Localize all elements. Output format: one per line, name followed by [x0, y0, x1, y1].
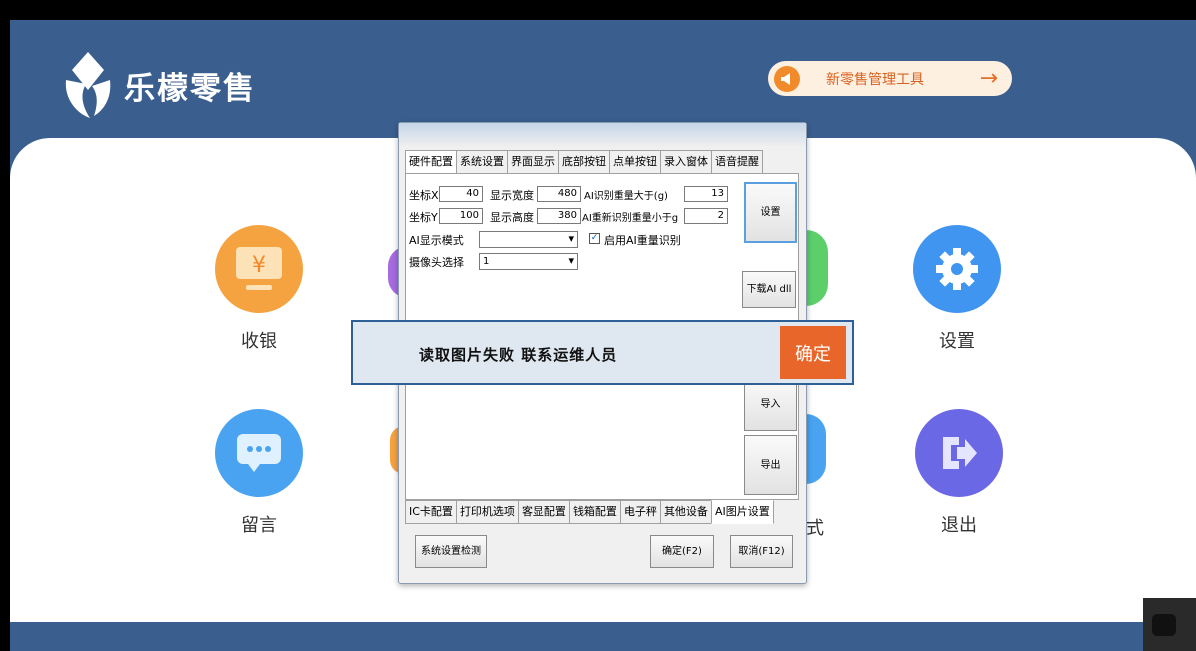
tab-cash-drawer[interactable]: 钱箱配置	[568, 500, 621, 524]
coord-x-label: 坐标X	[409, 189, 439, 202]
download-ai-dll-button[interactable]: 下载AI dll	[742, 271, 796, 308]
tab-ic-card[interactable]: IC卡配置	[405, 500, 457, 524]
app-window: 乐檬零售 新零售管理工具 → 式 ¥ 收银 设置 留言 退出 硬件配置 系统设置…	[0, 0, 1196, 651]
dialog-titlebar	[399, 123, 806, 147]
tab-entry-window[interactable]: 录入窗体	[660, 150, 712, 174]
tab-bottom-buttons[interactable]: 底部按钮	[558, 150, 610, 174]
setup-button[interactable]: 设置	[744, 182, 797, 243]
export-button[interactable]: 导出	[744, 435, 797, 495]
promo-banner[interactable]: 新零售管理工具 →	[768, 61, 1012, 96]
partial-tile-icon	[806, 414, 826, 484]
system-check-button[interactable]: 系统设置检测	[415, 535, 487, 568]
tile-label: 退出	[941, 515, 977, 536]
chat-bubble-icon	[215, 409, 303, 497]
cancel-button[interactable]: 取消(F12)	[730, 535, 793, 568]
tab-hardware[interactable]: 硬件配置	[405, 150, 457, 174]
tab-printer[interactable]: 打印机选项	[455, 500, 519, 524]
tab-customer-display[interactable]: 客显配置	[517, 500, 570, 524]
ai-mode-label: AI显示模式	[409, 234, 464, 247]
bottom-tab-strip: IC卡配置 打印机选项 客显配置 钱箱配置 电子秤 其他设备 AI图片设置	[405, 500, 774, 524]
tab-other-devices[interactable]: 其他设备	[659, 500, 712, 524]
svg-text:¥: ¥	[252, 253, 266, 278]
overlay-widget[interactable]	[1143, 598, 1196, 651]
brand-name: 乐檬零售	[124, 70, 256, 107]
tab-system[interactable]: 系统设置	[456, 150, 508, 174]
import-button[interactable]: 导入	[744, 378, 797, 431]
ai-reweigh-lt-input[interactable]: 2	[684, 208, 728, 224]
exit-icon	[915, 409, 1003, 497]
tile-exit[interactable]: 退出	[899, 409, 1019, 537]
tab-scale[interactable]: 电子秤	[619, 500, 661, 524]
lemon-leaf-icon	[65, 52, 111, 118]
megaphone-icon	[774, 65, 800, 92]
ai-weight-gt-label: AI识别重量大于(g)	[584, 191, 668, 202]
width-input[interactable]: 480	[537, 186, 581, 202]
error-alert: 读取图片失败 联系运维人员 确定	[351, 320, 854, 385]
brand-logo: 乐檬零售	[60, 50, 256, 120]
reweigh-enable-label: 启用AI重量识别	[604, 234, 681, 247]
arrow-right-icon: →	[979, 66, 998, 91]
height-label: 显示高度	[490, 211, 534, 224]
yen-monitor-icon: ¥	[215, 225, 303, 313]
tile-settings[interactable]: 设置	[897, 225, 1017, 353]
gear-icon	[913, 225, 1001, 313]
video-icon	[1152, 614, 1176, 636]
tile-label: 设置	[939, 331, 975, 352]
top-tab-strip: 硬件配置 系统设置 界面显示 底部按钮 点单按钮 录入窗体 语音提醒	[405, 150, 763, 174]
footer-bar	[10, 622, 1196, 651]
width-label: 显示宽度	[490, 189, 534, 202]
tile-messages[interactable]: 留言	[199, 409, 319, 537]
tile-label: 留言	[241, 515, 277, 536]
reweigh-enable-checkbox[interactable]: ✓	[589, 233, 600, 244]
partial-tile-icon	[806, 230, 828, 306]
alert-message: 读取图片失败 联系运维人员	[419, 346, 618, 364]
tile-label: 收银	[241, 331, 277, 352]
ok-button[interactable]: 确定(F2)	[650, 535, 714, 568]
partial-tile-label: 式	[806, 518, 824, 539]
alert-ok-button[interactable]: 确定	[780, 326, 846, 379]
ai-mode-select[interactable]	[479, 231, 578, 248]
tab-voice[interactable]: 语音提醒	[711, 150, 763, 174]
coord-x-input[interactable]: 40	[439, 186, 483, 202]
ai-weight-gt-input[interactable]: 13	[684, 186, 728, 202]
tile-cashier[interactable]: ¥ 收银	[199, 225, 319, 353]
height-input[interactable]: 380	[537, 208, 581, 224]
tab-display[interactable]: 界面显示	[507, 150, 559, 174]
camera-select[interactable]: 1	[479, 253, 578, 270]
ai-reweigh-lt-label: AI重新识别重量小于g	[582, 213, 679, 224]
tab-order-buttons[interactable]: 点单按钮	[609, 150, 661, 174]
camera-label: 摄像头选择	[409, 256, 464, 269]
promo-label: 新零售管理工具	[826, 71, 924, 88]
tab-ai-image[interactable]: AI图片设置	[710, 500, 774, 524]
coord-y-input[interactable]: 100	[439, 208, 483, 224]
coord-y-label: 坐标Y	[409, 211, 438, 224]
